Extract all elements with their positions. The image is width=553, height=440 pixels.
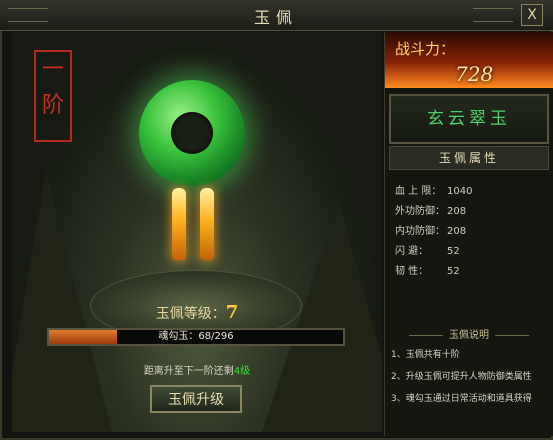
stat-row: 血 上 限： 1040 <box>395 182 545 202</box>
stat-label: 闪 避： <box>395 246 429 257</box>
stat-row: 外功防御： 208 <box>395 202 545 222</box>
tassel-right-icon <box>200 188 214 260</box>
title-bar[interactable]: 玉佩 X <box>0 0 553 31</box>
pendant-display-panel: 一阶 玉佩等级：7 魂勾玉：68/296 距离升至下一阶还剩4级 玉佩升级 <box>12 32 382 432</box>
stat-value: 52 <box>447 246 460 257</box>
jade-progress-text: 魂勾玉：68/296 <box>158 331 234 342</box>
attribute-panel: 战斗力： 728 玄云翠玉 玉佩属性 血 上 限： 1040 外功防御： 208 内… <box>384 32 553 436</box>
close-button[interactable]: X <box>521 4 543 26</box>
pendant-level-value: 7 <box>225 302 239 323</box>
combat-power-value: 728 <box>455 62 494 86</box>
upgrade-button[interactable]: 玉佩升级 <box>150 385 242 413</box>
description-list: 1、玉佩共有十阶 2、升级玉佩可提升人物防御类属性 3、魂勾玉通过日常活动和道具… <box>391 344 553 410</box>
stage-badge: 一阶 <box>34 50 72 142</box>
stat-label: 内功防御： <box>395 226 445 237</box>
next-stage-hint: 距离升至下一阶还剩4级 <box>12 362 382 377</box>
combat-power-label: 战斗力： <box>395 40 456 58</box>
tassel-left-icon <box>172 188 186 260</box>
stat-label: 韧 性： <box>395 266 429 277</box>
attributes-header: 玉佩属性 <box>389 146 549 170</box>
title-ornament-right <box>473 8 513 22</box>
next-stage-hint-levels: 4级 <box>233 366 251 377</box>
stat-value: 208 <box>447 206 467 217</box>
stat-row: 韧 性： 52 <box>395 262 545 282</box>
next-stage-hint-text: 距离升至下一阶还剩 <box>143 366 234 377</box>
window-title: 玉佩 <box>253 8 298 27</box>
description-item: 1、玉佩共有十阶 <box>391 350 460 360</box>
description-item: 2、升级玉佩可提升人物防御类属性 <box>391 372 532 382</box>
description-item: 3、魂勾玉通过日常活动和道具获得 <box>391 394 532 404</box>
stat-label: 外功防御： <box>395 206 445 217</box>
jade-progress-bar: 魂勾玉：68/296 <box>47 328 345 346</box>
stat-label: 血 上 限： <box>395 186 442 197</box>
jade-pendant-icon <box>139 80 245 186</box>
pendant-name: 玄云翠玉 <box>389 94 549 144</box>
stat-value: 1040 <box>447 186 473 197</box>
jade-pendant-hole <box>171 112 213 154</box>
stat-row: 闪 避： 52 <box>395 242 545 262</box>
title-ornament-left <box>8 8 48 22</box>
description-header: 玉佩说明 <box>389 326 549 341</box>
attribute-list: 血 上 限： 1040 外功防御： 208 内功防御： 208 闪 避： 52 韧 性：… <box>395 182 545 282</box>
stat-value: 208 <box>447 226 467 237</box>
stat-row: 内功防御： 208 <box>395 222 545 242</box>
pendant-level-label: 玉佩等级： <box>155 306 226 322</box>
stat-value: 52 <box>447 266 460 277</box>
combat-power-banner: 战斗力： 728 <box>385 32 553 88</box>
pendant-level: 玉佩等级：7 <box>12 302 382 323</box>
